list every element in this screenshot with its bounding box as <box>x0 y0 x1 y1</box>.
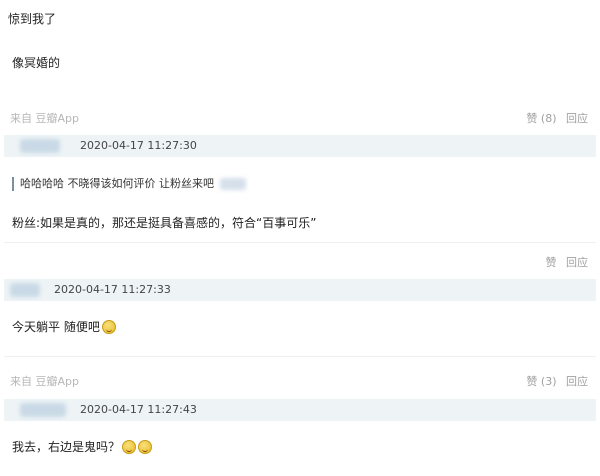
divider <box>4 356 596 357</box>
laugh-cry-emoji <box>138 440 153 454</box>
comment-text-top: 惊到我了 <box>8 12 57 26</box>
quote-author[interactable] <box>220 178 246 190</box>
quoted-comment: 哈哈哈哈 不晓得该如何评价 让粉丝来吧 <box>12 177 246 191</box>
comment-actions: 赞 回应 <box>540 254 589 270</box>
like-button[interactable]: 赞 (8) <box>526 112 556 125</box>
reply-button[interactable]: 回应 <box>566 112 588 125</box>
timestamp: 2020-04-17 11:27:30 <box>80 139 197 152</box>
comment-source: 来自 豆瓣App <box>10 375 79 388</box>
avatar[interactable] <box>10 283 40 297</box>
comment-text: 今天躺平 随便吧 <box>12 318 116 335</box>
like-label: 赞 <box>526 112 538 125</box>
comment-actions: 赞 (3) 回应 <box>520 373 588 389</box>
comment-actions: 赞 (8) 回应 <box>520 110 588 126</box>
comment-text: 粉丝:如果是真的，那还是挺具备喜感的，符合“百事可乐” <box>12 216 317 230</box>
comment-source: 来自 豆瓣App <box>10 112 79 125</box>
avatar[interactable] <box>20 139 60 153</box>
reply-button[interactable]: 回应 <box>566 375 588 388</box>
like-label: 赞 <box>526 375 538 388</box>
comment-text: 我去，右边是鬼吗？ <box>12 438 153 455</box>
divider <box>4 242 596 243</box>
comment-text-top-2: 像冥婚的 <box>12 56 61 70</box>
quote-text: 哈哈哈哈 不晓得该如何评价 让粉丝来吧 <box>20 177 214 190</box>
comment-text-content: 今天躺平 随便吧 <box>12 320 100 334</box>
comment-text-content: 我去，右边是鬼吗？ <box>12 440 121 454</box>
like-button[interactable]: 赞 (3) <box>526 375 556 388</box>
timestamp: 2020-04-17 11:27:43 <box>80 403 197 416</box>
timestamp: 2020-04-17 11:27:33 <box>54 283 171 296</box>
like-count: (3) <box>540 375 557 388</box>
laugh-cry-emoji <box>101 320 116 334</box>
laugh-cry-emoji <box>122 440 137 454</box>
avatar[interactable] <box>20 403 66 417</box>
like-button[interactable]: 赞 <box>546 256 557 269</box>
like-count: (8) <box>540 112 557 125</box>
comment-header: 2020-04-17 11:27:43 <box>4 399 596 421</box>
reply-button[interactable]: 回应 <box>566 256 588 269</box>
comment-header: 2020-04-17 11:27:30 <box>4 135 596 157</box>
comment-header: 2020-04-17 11:27:33 <box>4 279 596 301</box>
